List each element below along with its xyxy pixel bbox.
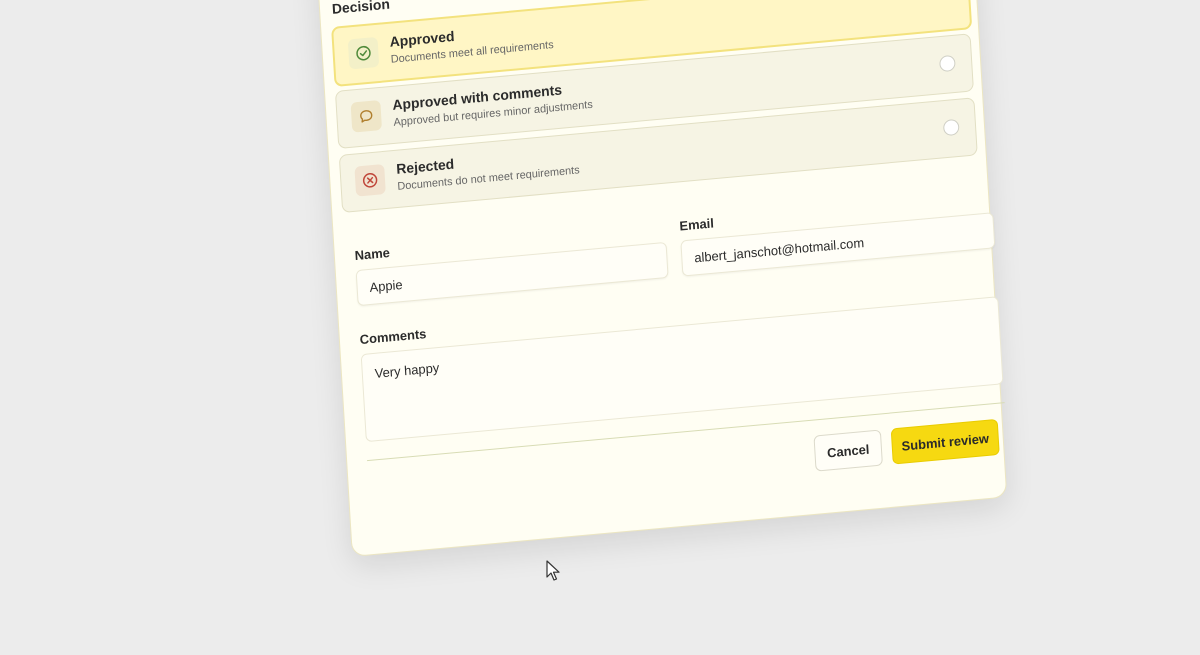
comments-textarea[interactable]: Very happy	[360, 296, 1004, 443]
option-title: Approved	[389, 27, 455, 50]
name-label: Name	[354, 244, 391, 264]
scene: Decision Approved Documents meet all req…	[307, 0, 1200, 655]
comments-label: Comments	[359, 326, 427, 348]
check-circle-icon	[347, 36, 380, 70]
x-circle-icon	[354, 163, 386, 197]
option-title: Rejected	[395, 155, 455, 177]
submit-review-button[interactable]: Submit review	[890, 418, 1000, 465]
email-label: Email	[679, 215, 715, 234]
decision-label: Decision	[331, 0, 391, 17]
email-field[interactable]: albert_janschot@hotmail.com	[680, 212, 996, 277]
radio-button[interactable]	[942, 118, 960, 137]
radio-button[interactable]	[939, 54, 956, 73]
comment-icon	[350, 99, 383, 133]
mouse-cursor-icon	[546, 560, 562, 587]
name-field[interactable]: Appie	[355, 241, 669, 307]
cancel-button[interactable]: Cancel	[813, 429, 883, 472]
review-dialog: Decision Approved Documents meet all req…	[307, 0, 1008, 558]
